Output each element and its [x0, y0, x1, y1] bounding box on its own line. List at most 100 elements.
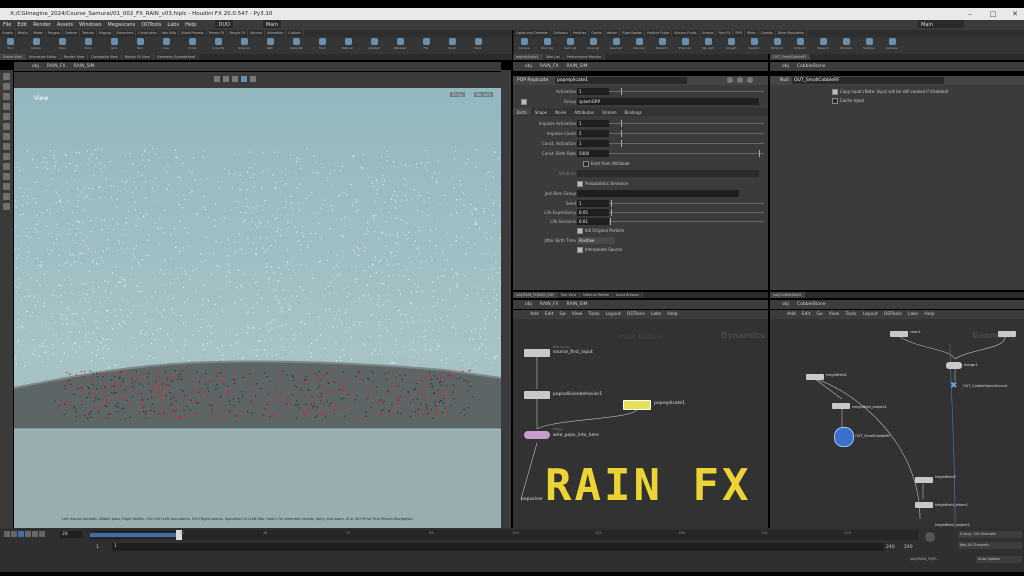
- scene-viewport[interactable]: View Persp No cam Left mouse tumbles. Mi…: [14, 88, 501, 528]
- life-variance-slider[interactable]: [609, 218, 764, 225]
- path-obj[interactable]: obj: [521, 300, 536, 309]
- path-rain-fx[interactable]: RAIN_FX: [43, 62, 70, 71]
- view-icon[interactable]: [3, 133, 10, 140]
- shelf-tab[interactable]: Lights and Cameras: [514, 30, 551, 36]
- birth-row-field[interactable]: 5: [577, 130, 609, 137]
- shelf-tab[interactable]: Create: [0, 30, 16, 36]
- info-icon[interactable]: [747, 77, 753, 83]
- select-icon[interactable]: [3, 73, 10, 80]
- node-popcollisionbehavior[interactable]: [524, 391, 550, 399]
- keyframe-icon[interactable]: [925, 532, 935, 542]
- param-subtab[interactable]: Noise: [551, 108, 570, 115]
- scale-icon[interactable]: [3, 103, 10, 110]
- edge-icon[interactable]: [3, 183, 10, 190]
- net-menu-item[interactable]: Help: [921, 310, 937, 319]
- shelf-tool[interactable]: Tube: [56, 38, 68, 53]
- current-frame-field[interactable]: 28: [60, 531, 82, 538]
- path-rain-fx[interactable]: RAIN_FX: [536, 300, 563, 309]
- shelf-tab[interactable]: Viscous Fluids: [672, 30, 700, 36]
- group-toggle[interactable]: [521, 99, 527, 105]
- life-expectancy-slider[interactable]: [609, 209, 764, 216]
- shelf-tool[interactable]: Spot Light: [564, 38, 576, 53]
- activation-field[interactable]: 1: [577, 88, 609, 95]
- net-menu-item[interactable]: Layout: [859, 310, 880, 319]
- shelf-tab[interactable]: Polygon: [46, 30, 64, 36]
- shelf-tool[interactable]: Path: [264, 38, 276, 53]
- net-menu-item[interactable]: Add: [784, 310, 799, 319]
- go-start-icon[interactable]: [4, 531, 10, 537]
- emit-from-attr-toggle[interactable]: [583, 161, 589, 167]
- step-forward-icon[interactable]: [32, 531, 38, 537]
- range-start[interactable]: 1: [96, 545, 99, 550]
- shelf-tool[interactable]: VR Camera: [840, 38, 852, 53]
- shelf-tool[interactable]: Font: [316, 38, 328, 53]
- slider-knob[interactable]: [621, 140, 622, 147]
- shelf-tool[interactable]: Line: [160, 38, 172, 53]
- network-editor-geometry[interactable]: Geometry color1 heightfield1 merge1 ✖ OU…: [770, 319, 1024, 528]
- shelf-tool[interactable]: Area Light: [587, 38, 599, 53]
- path-obj[interactable]: obj: [28, 62, 43, 71]
- life-variance-field[interactable]: 0.01: [577, 218, 609, 225]
- path-cobblestone[interactable]: CobbleStone: [793, 62, 830, 71]
- range-end-field[interactable]: 240: [904, 545, 913, 550]
- net-menu-item[interactable]: Add: [527, 310, 542, 319]
- face-icon[interactable]: [3, 193, 10, 200]
- camera-menu[interactable]: No cam: [474, 92, 494, 97]
- node-merge1[interactable]: [946, 362, 962, 369]
- help-icon[interactable]: [737, 77, 743, 83]
- shelf-tool[interactable]: Null: [134, 38, 146, 53]
- tab-cobblestone[interactable]: /obj/CobbleStone: [770, 292, 806, 298]
- persp-menu[interactable]: Persp: [450, 92, 465, 97]
- net-menu-item[interactable]: Go: [813, 310, 825, 319]
- shelf-tool[interactable]: Circle: [186, 38, 198, 53]
- net-menu-item[interactable]: ODTools: [881, 310, 905, 319]
- menu-render[interactable]: Render: [30, 20, 54, 28]
- shelf-tab[interactable]: Texture: [80, 30, 97, 36]
- shelf-tool[interactable]: Gamepad Camera: [886, 38, 898, 53]
- object-icon[interactable]: [3, 203, 10, 210]
- key-all-channels-button[interactable]: Key All Channels: [958, 542, 1022, 549]
- tab-tree-view[interactable]: Tree View: [557, 292, 581, 298]
- shelf-tab[interactable]: Wires: [745, 30, 759, 36]
- kill-original-toggle[interactable]: [577, 228, 583, 234]
- net-menu-item[interactable]: View: [569, 310, 586, 319]
- node-heightfield2[interactable]: [915, 477, 933, 483]
- tab-scene-view[interactable]: Scene View: [0, 54, 26, 60]
- snap-icon[interactable]: [3, 153, 10, 160]
- seed-field[interactable]: 1: [577, 200, 609, 207]
- gear-icon[interactable]: [727, 77, 733, 83]
- net-menu-item[interactable]: Go: [556, 310, 568, 319]
- net-menu-item[interactable]: Layout: [602, 310, 623, 319]
- net-menu-item[interactable]: Edit: [542, 310, 557, 319]
- shelf-tab[interactable]: Deform: [63, 30, 81, 36]
- shelf-tab[interactable]: Animation: [265, 30, 287, 36]
- out-null-icon[interactable]: ✖: [950, 381, 958, 391]
- path-cobblestone[interactable]: CobbleStone: [793, 300, 830, 309]
- shelf-tab[interactable]: Simple FX: [227, 30, 249, 36]
- node-color1[interactable]: [890, 331, 908, 337]
- birth-row-slider[interactable]: [609, 150, 764, 157]
- brush-icon[interactable]: [3, 163, 10, 170]
- play-icon[interactable]: [25, 531, 31, 537]
- interpolate-toggle[interactable]: [577, 247, 583, 253]
- shelf-tool[interactable]: Box: [4, 38, 16, 53]
- shelf-tool[interactable]: Switcher: [863, 38, 875, 53]
- shelf-tab[interactable]: Modify: [16, 30, 32, 36]
- path-rain-sim[interactable]: RAIN_SIM: [563, 300, 592, 309]
- shelf-tool[interactable]: GI Light: [725, 38, 737, 53]
- shelf-tab[interactable]: Model: [31, 30, 46, 36]
- shelf-tool[interactable]: Stereo Camera: [817, 38, 829, 53]
- move-icon[interactable]: [3, 83, 10, 90]
- shelf-tab[interactable]: Particles: [571, 30, 590, 36]
- shelf-tab[interactable]: Volume: [248, 30, 266, 36]
- path-rain-sim[interactable]: RAIN_SIM: [70, 62, 99, 71]
- shelf-tab[interactable]: Grains: [589, 30, 605, 36]
- slider-knob[interactable]: [759, 150, 760, 157]
- path-obj[interactable]: obj: [778, 62, 793, 71]
- net-menu-item[interactable]: Tools: [585, 310, 602, 319]
- menu-assets[interactable]: Assets: [54, 20, 76, 28]
- slider-knob[interactable]: [621, 130, 622, 137]
- camera-icon[interactable]: [3, 143, 10, 150]
- close-icon[interactable]: ✕: [1010, 10, 1020, 18]
- node-heightfield-project1[interactable]: [832, 403, 850, 409]
